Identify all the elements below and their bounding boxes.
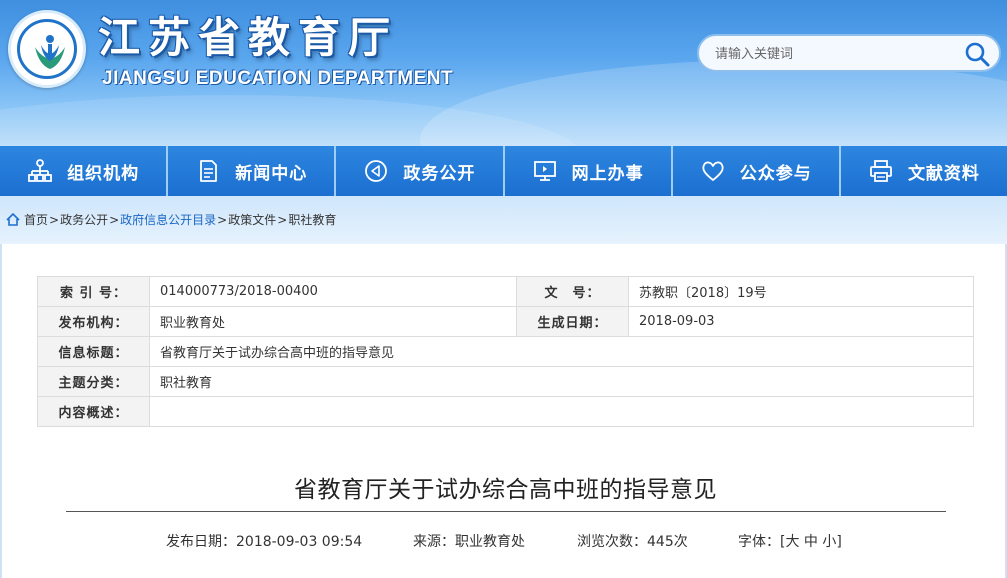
font-size-label: 字体：[ (738, 534, 786, 550)
nav-item-label: 公众参与 (739, 163, 812, 184)
search-button[interactable] (963, 40, 991, 68)
main-nav: 组织机构 新闻中心 政务公开 网上办事 公众参与 文献资料 (0, 146, 1007, 196)
breadcrumb-policy-documents[interactable]: 政策文件 (228, 211, 276, 228)
index-value: 014000773/2018-00400 (149, 276, 517, 307)
nav-item-label: 组织机构 (67, 163, 140, 184)
nav-item-label: 政务公开 (403, 163, 476, 184)
nav-item-public-participation[interactable]: 公众参与 (673, 146, 841, 196)
font-size-control: 字体：[大 中 小] (738, 531, 842, 551)
nav-item-organization[interactable]: 组织机构 (0, 146, 169, 196)
home-icon (6, 213, 20, 226)
nav-item-news[interactable]: 新闻中心 (168, 146, 337, 196)
search-input[interactable] (715, 43, 955, 65)
monitor-icon (533, 161, 556, 181)
date-label: 生成日期： (516, 306, 629, 337)
table-row: 内容概述： (37, 396, 974, 427)
org-label: 发布机构： (37, 306, 150, 337)
docno-label: 文 号： (516, 276, 629, 307)
org-chart-icon (28, 159, 52, 182)
view-count: 浏览次数：445次 (577, 534, 688, 550)
search-icon (965, 42, 990, 67)
article-title: 省教育厅关于试办综合高中班的指导意见 (294, 477, 717, 503)
content-panel: 索 引 号： 014000773/2018-00400 文 号： 苏教职〔201… (0, 244, 1007, 578)
font-medium-button[interactable]: 中 (804, 534, 818, 550)
nav-item-government-affairs[interactable]: 政务公开 (336, 146, 505, 196)
breadcrumb-info-catalog[interactable]: 政府信息公开目录 (120, 211, 216, 228)
nav-item-label: 新闻中心 (235, 163, 308, 184)
date-value: 2018-09-03 (628, 306, 974, 337)
site-title: 江苏省教育厅 (98, 13, 399, 62)
table-row: 索 引 号： 014000773/2018-00400 文 号： 苏教职〔201… (37, 276, 974, 307)
document-icon (200, 160, 218, 182)
breadcrumb-separator: > (109, 212, 120, 227)
summary-value (149, 396, 974, 427)
nav-item-label: 文献资料 (907, 163, 980, 184)
info-title-value: 省教育厅关于试办综合高中班的指导意见 (149, 336, 974, 367)
site-subtitle: JIANGSU EDUCATION DEPARTMENT (102, 68, 454, 89)
article-source: 来源：职业教育处 (413, 534, 525, 550)
site-logo[interactable] (8, 10, 86, 88)
info-title-label: 信息标题： (37, 336, 150, 367)
docno-value: 苏教职〔2018〕19号 (628, 276, 974, 307)
font-size-close: ] (836, 534, 842, 550)
site-header: 江苏省教育厅 JIANGSU EDUCATION DEPARTMENT (0, 0, 1007, 146)
table-row: 发布机构： 职业教育处 生成日期： 2018-09-03 (37, 306, 974, 337)
document-info-table: 索 引 号： 014000773/2018-00400 文 号： 苏教职〔201… (37, 276, 974, 427)
breadcrumb-vocational-education[interactable]: 职社教育 (288, 211, 336, 228)
org-value: 职业教育处 (149, 306, 517, 337)
breadcrumb: 首页 > 政务公开 > 政府信息公开目录 > 政策文件 > 职社教育 (6, 211, 336, 228)
breadcrumb-separator: > (49, 212, 60, 227)
nav-item-label: 网上办事 (571, 163, 644, 184)
megaphone-icon (365, 160, 388, 182)
summary-label: 内容概述： (37, 396, 150, 427)
breadcrumb-separator: > (277, 212, 288, 227)
logo-emblem-icon (35, 35, 65, 69)
heart-icon (702, 161, 724, 181)
breadcrumb-government-affairs[interactable]: 政务公开 (60, 211, 108, 228)
table-row: 信息标题： 省教育厅关于试办综合高中班的指导意见 (37, 336, 974, 367)
font-small-button[interactable]: 小 (822, 534, 836, 550)
index-label: 索 引 号： (37, 276, 150, 307)
table-row: 主题分类： 职社教育 (37, 366, 974, 397)
nav-item-online-services[interactable]: 网上办事 (505, 146, 673, 196)
topic-label: 主题分类： (37, 366, 150, 397)
breadcrumb-home[interactable]: 首页 (24, 211, 48, 228)
breadcrumb-bar: 首页 > 政务公开 > 政府信息公开目录 > 政策文件 > 职社教育 (0, 196, 1007, 244)
font-large-button[interactable]: 大 (785, 534, 799, 550)
publish-date: 发布日期：2018-09-03 09:54 (166, 534, 363, 550)
topic-value: 职社教育 (149, 366, 974, 397)
title-divider (66, 511, 946, 512)
search-box (697, 34, 1001, 72)
nav-item-literature[interactable]: 文献资料 (841, 146, 1007, 196)
printer-icon (870, 160, 892, 182)
breadcrumb-separator: > (217, 212, 228, 227)
